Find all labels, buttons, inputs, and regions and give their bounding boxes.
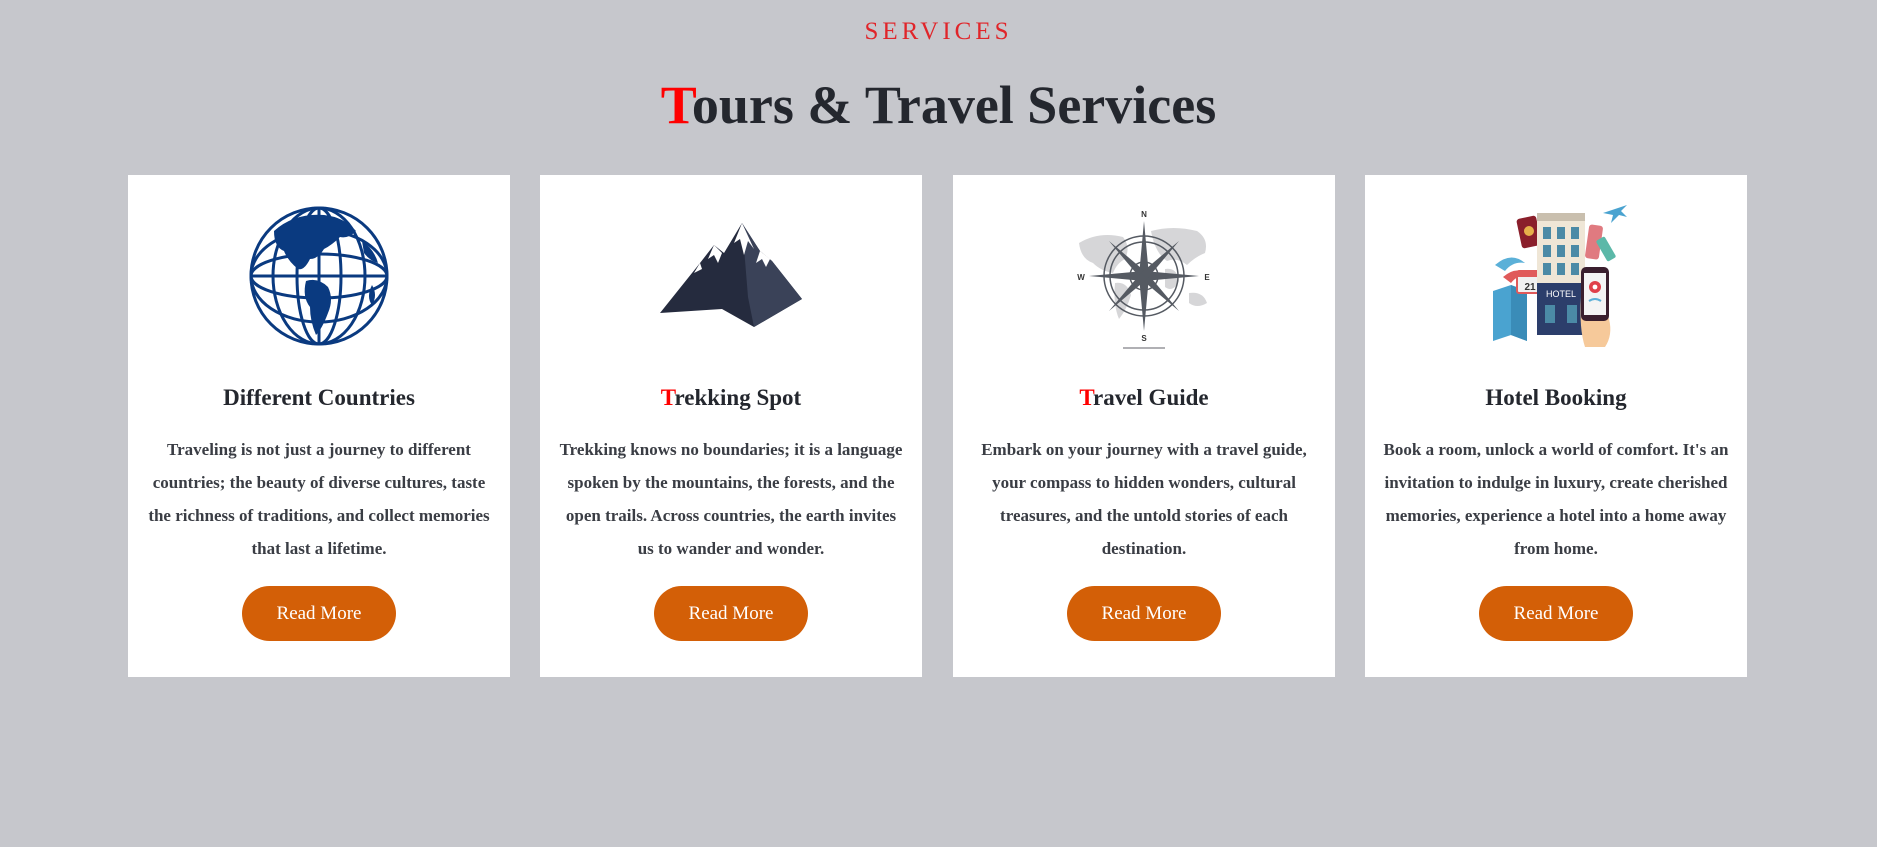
globe-icon: [128, 201, 510, 351]
hotel-booking-icon: 21 HOTEL: [1365, 201, 1747, 351]
card-title-rest: rekking Spot: [674, 385, 802, 410]
service-card-countries: Different Countries Traveling is not jus…: [128, 175, 510, 677]
compass-south-label: S: [1141, 334, 1147, 343]
service-card-hotel: 21 HOTEL Hotel Booking Book a room, unlo…: [1365, 175, 1747, 677]
card-description: Trekking knows no boundaries; it is a la…: [559, 440, 903, 558]
card-title-rest: ifferent Countries: [239, 385, 415, 410]
mountain-icon: [540, 201, 922, 351]
card-title: Different Countries: [128, 385, 510, 411]
read-more-button[interactable]: Read More: [242, 586, 396, 641]
title-accent-letter: T: [660, 75, 692, 135]
calendar-date-label: 21: [1524, 282, 1536, 293]
card-description: Traveling is not just a journey to diffe…: [148, 440, 490, 558]
card-title: Travel Guide: [953, 385, 1335, 411]
read-more-button[interactable]: Read More: [1479, 586, 1633, 641]
card-description: Book a room, unlock a world of comfort. …: [1383, 440, 1729, 558]
read-more-button[interactable]: Read More: [1067, 586, 1221, 641]
page-title: Tours & Travel Services: [0, 74, 1877, 136]
card-title-first-letter: D: [223, 385, 240, 410]
service-card-guide: N E S W Travel Guide Embark on your jour…: [953, 175, 1335, 677]
card-title-first-letter: H: [1485, 385, 1504, 410]
card-title: Hotel Booking: [1365, 385, 1747, 411]
card-description: Embark on your journey with a travel gui…: [981, 440, 1307, 558]
section-eyebrow: SERVICES: [864, 18, 1013, 45]
compass-west-label: W: [1077, 273, 1085, 282]
card-title: Trekking Spot: [540, 385, 922, 411]
compass-north-label: N: [1141, 210, 1147, 219]
card-title-rest: ravel Guide: [1093, 385, 1209, 410]
card-title-rest: otel Booking: [1503, 385, 1627, 410]
compass-east-label: E: [1204, 273, 1210, 282]
hotel-sign-label: HOTEL: [1546, 289, 1576, 299]
card-title-first-letter: T: [1079, 385, 1093, 410]
title-rest: ours & Travel Services: [691, 75, 1217, 135]
services-cards: Different Countries Traveling is not jus…: [128, 175, 1749, 677]
read-more-button[interactable]: Read More: [654, 586, 808, 641]
service-card-trekking: Trekking Spot Trekking knows no boundari…: [540, 175, 922, 677]
compass-icon: N E S W: [953, 201, 1335, 351]
card-title-first-letter: T: [660, 385, 675, 410]
